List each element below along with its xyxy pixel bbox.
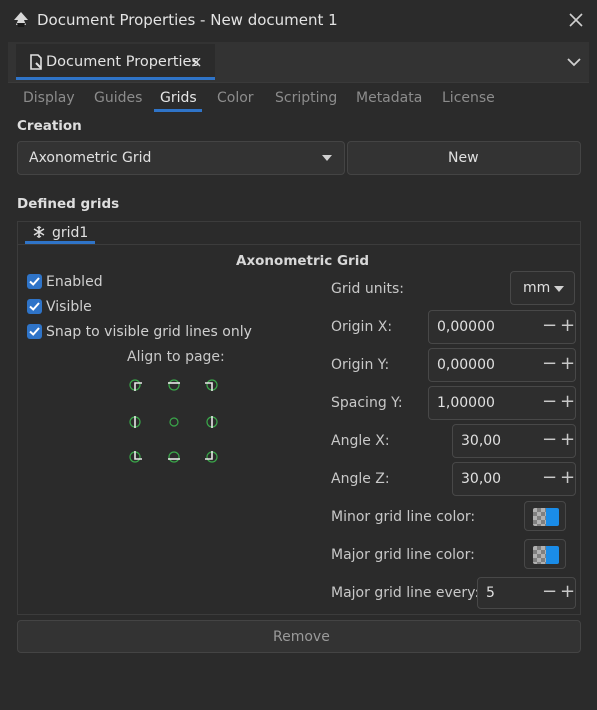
spacing-y-increment[interactable]: +: [560, 391, 575, 412]
tab-display[interactable]: Display: [23, 90, 75, 106]
angle-z-input[interactable]: 30,00 − +: [452, 462, 576, 496]
angle-x-increment[interactable]: +: [560, 429, 575, 450]
minor-color-label: Minor grid line color:: [331, 509, 476, 525]
origin-x-increment[interactable]: +: [560, 315, 575, 336]
major-color-swatch: [533, 546, 559, 564]
panel-tab-label: Document Properties: [46, 54, 200, 70]
spacing-y-input[interactable]: 1,00000 − +: [428, 386, 576, 420]
angle-z-decrement[interactable]: −: [542, 467, 557, 488]
grid-type-value: Axonometric Grid: [29, 150, 152, 166]
tab-grids[interactable]: Grids: [160, 90, 197, 106]
align-anchor-grid[interactable]: [124, 374, 224, 469]
visible-label: Visible: [46, 299, 92, 315]
origin-x-decrement[interactable]: −: [542, 315, 557, 336]
grid-units-label: Grid units:: [331, 281, 404, 297]
anchor-top-center: [168, 379, 180, 391]
angle-x-value: 30,00: [461, 433, 502, 449]
enabled-checkbox[interactable]: [27, 274, 42, 289]
document-properties-icon: [30, 54, 42, 70]
major-color-label: Major grid line color:: [331, 547, 475, 563]
enabled-label: Enabled: [46, 274, 103, 290]
major-every-increment[interactable]: +: [560, 581, 575, 602]
grid-heading: Axonometric Grid: [236, 253, 370, 269]
grid-units-value: mm: [523, 280, 551, 296]
origin-y-increment[interactable]: +: [560, 353, 575, 374]
major-every-value: 5: [486, 585, 495, 601]
major-every-decrement[interactable]: −: [542, 581, 557, 602]
angle-x-label: Angle X:: [331, 433, 390, 449]
panel-tab-indicator: [16, 77, 215, 80]
anchor-center: [169, 417, 179, 427]
creation-title: Creation: [17, 118, 82, 134]
grid-type-dropdown[interactable]: Axonometric Grid: [17, 141, 345, 175]
major-every-input[interactable]: 5 − +: [477, 577, 576, 609]
panel-tab-close-button[interactable]: ×: [190, 53, 203, 71]
angle-z-label: Angle Z:: [331, 471, 390, 487]
tab-color[interactable]: Color: [217, 90, 254, 106]
snap-visible-checkbox[interactable]: [27, 324, 42, 339]
new-grid-button[interactable]: New: [347, 141, 581, 175]
tab-metadata[interactable]: Metadata: [356, 90, 422, 106]
grid-tab-separator: [18, 244, 580, 245]
snap-visible-label: Snap to visible grid lines only: [46, 324, 252, 340]
remove-grid-label: Remove: [273, 629, 330, 645]
minor-color-swatch: [533, 508, 559, 526]
grid-tab-label[interactable]: grid1: [52, 225, 88, 241]
origin-x-input[interactable]: 0,00000 − +: [428, 310, 576, 344]
dropdown-arrow-icon: [554, 286, 564, 292]
inkscape-icon: [14, 12, 28, 27]
spacing-y-label: Spacing Y:: [331, 395, 403, 411]
tab-license[interactable]: License: [442, 90, 495, 106]
spacing-y-decrement[interactable]: −: [542, 391, 557, 412]
major-every-label: Major grid line every:: [331, 585, 480, 601]
angle-z-value: 30,00: [461, 471, 502, 487]
window-title: Document Properties - New document 1: [37, 11, 338, 29]
angle-z-increment[interactable]: +: [560, 467, 575, 488]
dropdown-arrow-icon: [322, 155, 332, 161]
defined-grids-title: Defined grids: [17, 196, 120, 212]
remove-grid-button[interactable]: Remove: [17, 620, 581, 653]
tab-scripting[interactable]: Scripting: [275, 90, 337, 106]
close-window-icon[interactable]: [566, 10, 586, 30]
origin-y-value: 0,00000: [437, 357, 495, 373]
anchor-bottom-center: [168, 451, 180, 463]
origin-y-input[interactable]: 0,00000 − +: [428, 348, 576, 382]
grid-units-dropdown[interactable]: mm: [510, 271, 575, 305]
origin-x-value: 0,00000: [437, 319, 495, 335]
chevron-down-icon[interactable]: [565, 53, 583, 71]
origin-x-label: Origin X:: [331, 319, 393, 335]
active-tab-indicator: [154, 109, 202, 112]
angle-x-decrement[interactable]: −: [542, 429, 557, 450]
new-grid-button-label: New: [448, 150, 479, 166]
minor-color-button[interactable]: [524, 501, 566, 531]
major-color-button[interactable]: [524, 539, 566, 569]
angle-x-input[interactable]: 30,00 − +: [452, 424, 576, 458]
visible-checkbox[interactable]: [27, 299, 42, 314]
snowflake-icon: [33, 226, 45, 238]
origin-y-label: Origin Y:: [331, 357, 390, 373]
tab-guides[interactable]: Guides: [94, 90, 142, 106]
spacing-y-value: 1,00000: [437, 395, 495, 411]
align-to-page-label: Align to page:: [127, 349, 225, 365]
origin-y-decrement[interactable]: −: [542, 353, 557, 374]
